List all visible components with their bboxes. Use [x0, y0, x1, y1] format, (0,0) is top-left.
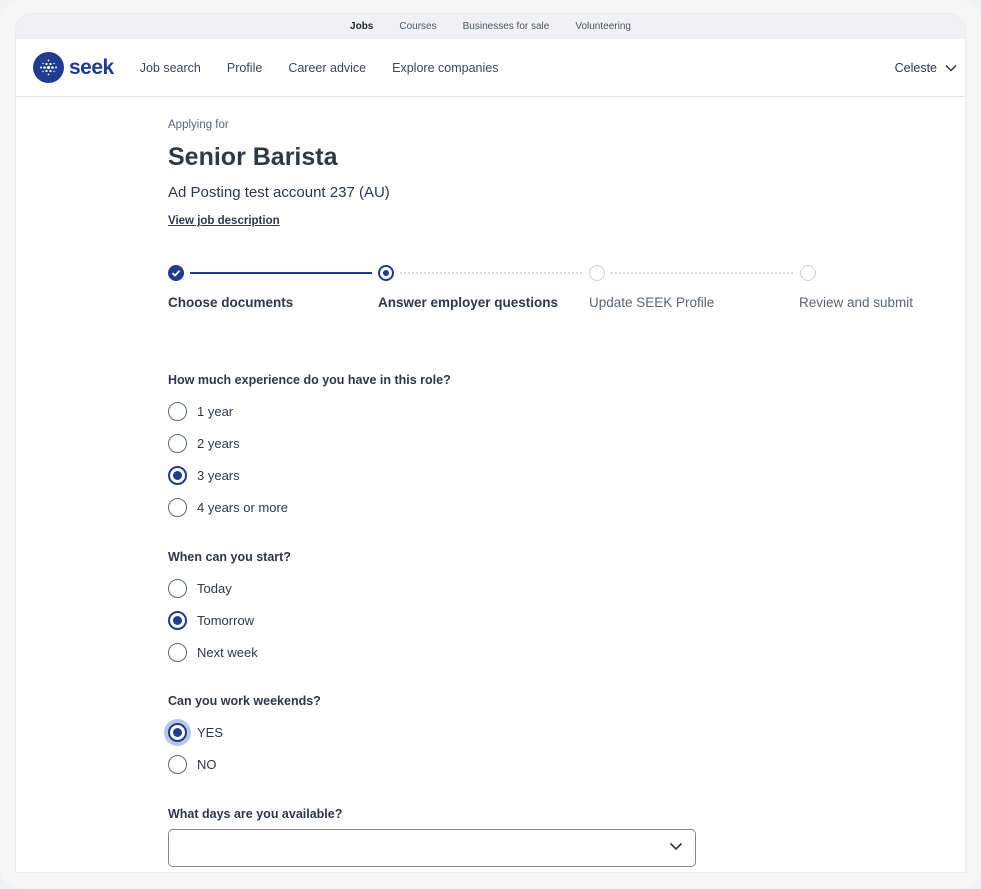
step-label-review-and-submit: Review and submit — [799, 295, 914, 310]
applying-for-label: Applying for — [168, 119, 229, 131]
radio-label: Tomorrow — [197, 612, 255, 628]
radio-button[interactable] — [168, 722, 187, 742]
radio-option[interactable]: YES — [168, 716, 768, 748]
radio-label: Next week — [197, 644, 258, 660]
radio-button[interactable] — [168, 610, 187, 630]
step-connector — [190, 272, 372, 274]
radio-option[interactable]: 1 year — [168, 395, 768, 427]
seek-logo-text: seek — [69, 55, 114, 79]
radio-option[interactable]: Tomorrow — [168, 604, 768, 636]
chevron-down-icon — [669, 842, 683, 851]
step-done-icon — [168, 265, 184, 281]
question-label: What days are you available? — [168, 807, 343, 821]
radio-button[interactable] — [168, 497, 187, 517]
main-nav: Job search Profile Career advice Explore… — [140, 61, 499, 75]
step-label-update-seek-profile: Update SEEK Profile — [589, 295, 715, 310]
nav-career-advice[interactable]: Career advice — [288, 61, 366, 75]
radio-label: 4 years or more — [197, 499, 289, 515]
radio-option[interactable]: Next week — [168, 636, 768, 668]
radio-label: 1 year — [197, 403, 234, 419]
utility-link-jobs[interactable]: Jobs — [350, 21, 373, 32]
radio-label: 2 years — [197, 435, 240, 451]
radio-option[interactable]: 3 years — [168, 459, 768, 491]
radio-label: Today — [197, 580, 232, 596]
radio-button[interactable] — [168, 642, 187, 662]
check-icon — [171, 270, 181, 277]
utility-link-businesses-for-sale[interactable]: Businesses for sale — [463, 21, 550, 32]
job-title: Senior Barista — [168, 143, 338, 171]
progress-stepper: Choose documents Answer employer questio… — [168, 265, 948, 315]
radio-button[interactable] — [168, 433, 187, 453]
step-label-answer-employer-questions: Answer employer questions — [378, 295, 559, 310]
utility-link-volunteering[interactable]: Volunteering — [575, 21, 631, 32]
radio-label: 3 years — [197, 467, 240, 483]
employer-name: Ad Posting test account 237 (AU) — [168, 184, 390, 201]
step-connector — [611, 272, 793, 274]
nav-explore-companies[interactable]: Explore companies — [392, 61, 498, 75]
step-todo-icon — [800, 265, 816, 281]
radio-option[interactable]: NO — [168, 748, 768, 780]
user-name: Celeste — [894, 60, 937, 75]
step-current-icon — [378, 265, 394, 281]
step-todo-icon — [589, 265, 605, 281]
seek-logo-icon — [33, 52, 64, 83]
question-start-date: When can you start? Today Tomorrow Next … — [168, 550, 768, 668]
main-header: seek Job search Profile Career advice Ex… — [16, 39, 965, 97]
chevron-down-icon — [945, 64, 957, 72]
screen-frame: Jobs Courses Businesses for sale Volunte… — [0, 0, 981, 889]
nav-profile[interactable]: Profile — [227, 61, 262, 75]
question-label: How much experience do you have in this … — [168, 373, 451, 387]
question-label: When can you start? — [168, 550, 291, 564]
view-job-description-link[interactable]: View job description — [168, 215, 280, 227]
radio-button[interactable] — [168, 401, 187, 421]
question-weekends: Can you work weekends? YES NO — [168, 694, 768, 780]
radio-label: NO — [197, 756, 217, 772]
radio-option[interactable]: 2 years — [168, 427, 768, 459]
question-label: Can you work weekends? — [168, 694, 321, 708]
question-experience: How much experience do you have in this … — [168, 373, 768, 523]
seek-logo[interactable]: seek — [33, 52, 114, 83]
radio-button[interactable] — [168, 754, 187, 774]
step-connector — [400, 272, 582, 274]
radio-button[interactable] — [168, 578, 187, 598]
radio-option[interactable]: 4 years or more — [168, 491, 768, 523]
user-menu[interactable]: Celeste — [895, 61, 957, 75]
nav-job-search[interactable]: Job search — [140, 61, 201, 75]
available-days-select[interactable] — [168, 829, 696, 867]
radio-label: YES — [197, 724, 224, 740]
step-label-choose-documents[interactable]: Choose documents — [168, 295, 293, 310]
browser-window: Jobs Courses Businesses for sale Volunte… — [16, 14, 965, 872]
utility-link-courses[interactable]: Courses — [399, 21, 436, 32]
radio-button[interactable] — [168, 465, 187, 485]
question-available-days: What days are you available? — [168, 807, 768, 867]
utility-nav: Jobs Courses Businesses for sale Volunte… — [16, 14, 965, 39]
radio-option[interactable]: Today — [168, 572, 768, 604]
